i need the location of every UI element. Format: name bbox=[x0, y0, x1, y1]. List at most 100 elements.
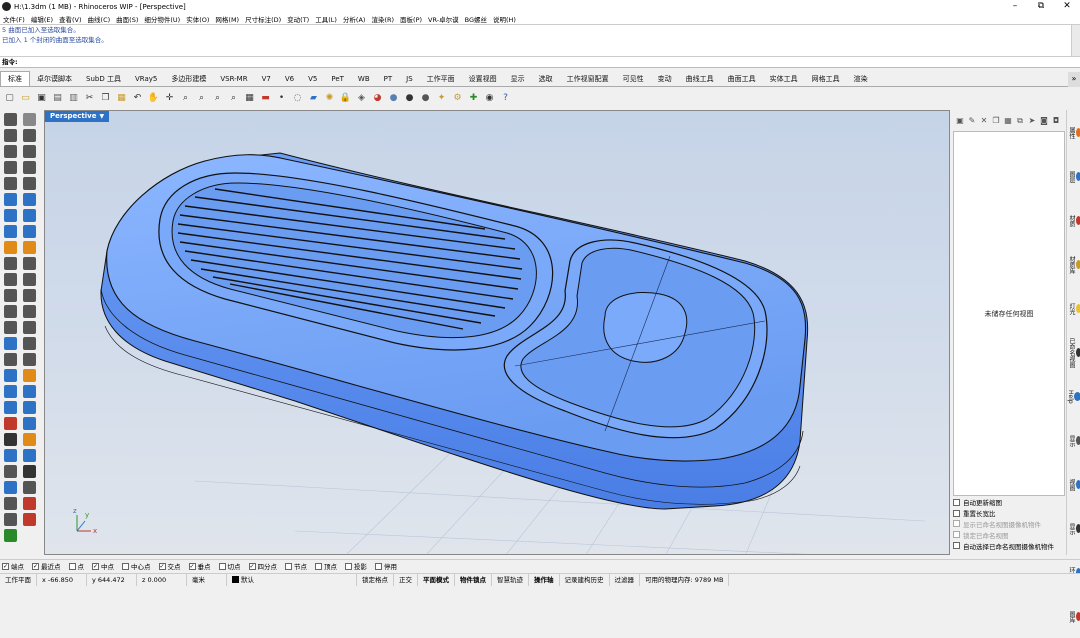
surface-icon[interactable] bbox=[4, 193, 17, 206]
project-icon[interactable] bbox=[4, 337, 17, 350]
import-icon[interactable]: ▥ bbox=[67, 92, 80, 105]
filter-toggle[interactable]: 过滤器 bbox=[610, 573, 640, 586]
history-scrollbar[interactable] bbox=[1071, 25, 1080, 57]
camera-icon[interactable] bbox=[4, 465, 17, 478]
extrude-icon[interactable] bbox=[4, 225, 17, 238]
layer-tool-icon[interactable] bbox=[4, 401, 17, 414]
copy-icon[interactable]: ❐ bbox=[99, 92, 112, 105]
polygon-icon[interactable] bbox=[23, 161, 36, 174]
osnap-checkbox[interactable]: 节点 bbox=[285, 561, 307, 571]
side-tab[interactable]: Help bbox=[1067, 374, 1080, 418]
osnap-checkbox[interactable]: 顶点 bbox=[315, 561, 337, 571]
gumball-move-icon[interactable] bbox=[4, 417, 17, 430]
four-viewports-icon[interactable]: ▦ bbox=[243, 92, 256, 105]
menu-item[interactable]: 工具(L) bbox=[315, 14, 337, 24]
menu-item[interactable]: 编辑(E) bbox=[31, 14, 53, 24]
toolbar-tab[interactable]: 工作平面 bbox=[420, 72, 462, 86]
tabs-more-button[interactable]: » bbox=[1068, 72, 1080, 87]
curve-tool-icon[interactable] bbox=[4, 513, 17, 526]
analyze-icon[interactable]: ✦ bbox=[435, 92, 448, 105]
toolbar-tab[interactable]: 网格工具 bbox=[805, 72, 847, 86]
select-icon[interactable]: ◌ bbox=[291, 92, 304, 105]
layer-icon[interactable]: ▰ bbox=[307, 92, 320, 105]
menu-item[interactable]: 查看(V) bbox=[59, 14, 82, 24]
loft-icon[interactable] bbox=[23, 193, 36, 206]
fillet-icon[interactable] bbox=[23, 241, 36, 254]
boolean-icon[interactable] bbox=[4, 241, 17, 254]
pen-icon[interactable] bbox=[23, 513, 36, 526]
gmail-icon[interactable] bbox=[23, 497, 36, 510]
analyze-curvature-icon[interactable] bbox=[4, 369, 17, 382]
point-tool-icon[interactable] bbox=[23, 113, 36, 126]
menu-item[interactable]: 变动(T) bbox=[287, 14, 309, 24]
osnap-checkbox[interactable]: 停用 bbox=[375, 561, 397, 571]
osnap-check-box[interactable] bbox=[375, 562, 382, 570]
camera-icon[interactable]: ◙ bbox=[1039, 116, 1049, 126]
toolbar-tab[interactable]: JS bbox=[399, 72, 420, 86]
smarttrack-toggle[interactable]: 智慧轨迹 bbox=[492, 573, 529, 586]
join-icon[interactable] bbox=[4, 273, 17, 286]
open-file-icon[interactable]: ▭ bbox=[19, 92, 32, 105]
osnap-check-box[interactable] bbox=[285, 562, 292, 570]
side-tab[interactable]: 已命名视图 bbox=[1067, 330, 1080, 374]
zoom-extents-icon[interactable]: ⌕ bbox=[211, 92, 224, 105]
checkbox-box[interactable] bbox=[953, 509, 960, 517]
mesh-icon[interactable] bbox=[4, 433, 17, 446]
gumball-toggle[interactable]: 操作轴 bbox=[529, 573, 560, 586]
menu-item[interactable]: 曲线(C) bbox=[88, 14, 111, 24]
osnap-checkbox[interactable]: ✓ 中点 bbox=[92, 561, 114, 571]
scale-icon[interactable] bbox=[23, 321, 36, 334]
plugin-icon[interactable] bbox=[4, 529, 17, 542]
toolbar-tab[interactable]: PeT bbox=[324, 72, 351, 86]
lock-icon[interactable]: 🔒 bbox=[339, 92, 352, 105]
rendered-sphere-icon[interactable]: ● bbox=[403, 92, 416, 105]
menu-item[interactable]: 细分物件(U) bbox=[144, 14, 180, 24]
arc-icon[interactable] bbox=[23, 145, 36, 158]
layer-status[interactable]: 默认 bbox=[227, 573, 357, 586]
copy-icon[interactable]: ❐ bbox=[991, 116, 1001, 126]
osnap-check-box[interactable]: ✓ bbox=[2, 562, 9, 570]
print-icon[interactable]: ▤ bbox=[51, 92, 64, 105]
offset-icon[interactable] bbox=[4, 289, 17, 302]
save-tool-icon[interactable] bbox=[23, 465, 36, 478]
osnap-checkbox[interactable]: ✓ 四分点 bbox=[248, 561, 277, 571]
menu-item[interactable]: 实体(O) bbox=[186, 14, 209, 24]
cut-icon[interactable]: ✂ bbox=[83, 92, 96, 105]
toolbar-tab[interactable]: V5 bbox=[301, 72, 324, 86]
delete-icon[interactable]: ✕ bbox=[979, 116, 989, 126]
gumball-icon[interactable]: ✚ bbox=[467, 92, 480, 105]
draft-icon[interactable] bbox=[23, 369, 36, 382]
toolbar-tab[interactable]: 工作视窗配置 bbox=[560, 72, 616, 86]
paste-icon[interactable]: ▦ bbox=[1003, 116, 1013, 126]
menu-item[interactable]: BG螺丝 bbox=[465, 14, 487, 24]
freeform-icon[interactable] bbox=[23, 177, 36, 190]
toolbar-tab[interactable]: VSR-MR bbox=[213, 72, 254, 86]
osnap-check-box[interactable] bbox=[68, 562, 76, 570]
zoom-dynamic-icon[interactable]: ⌕ bbox=[179, 92, 192, 105]
view-option-checkbox[interactable]: 重置长宽比 bbox=[953, 508, 1066, 519]
gear-tool-icon[interactable] bbox=[4, 497, 17, 510]
perspective-viewport[interactable]: Perspective ▼ x y z bbox=[44, 110, 950, 555]
menu-item[interactable]: 渲染(R) bbox=[371, 14, 394, 24]
toolbar-tab[interactable]: 曲线工具 bbox=[679, 72, 721, 86]
zoom-window-icon[interactable]: ⌕ bbox=[195, 92, 208, 105]
toolbar-tab[interactable]: 显示 bbox=[504, 72, 532, 86]
close-button[interactable]: ✕ bbox=[1054, 0, 1080, 13]
split-icon[interactable] bbox=[23, 257, 36, 270]
render-icon[interactable]: ◕ bbox=[371, 92, 384, 105]
dimension-tool-icon[interactable] bbox=[4, 481, 17, 494]
menu-item[interactable]: 曲面(S) bbox=[116, 14, 138, 24]
side-tab[interactable]: 材质 bbox=[1067, 198, 1080, 242]
array-icon[interactable] bbox=[23, 305, 36, 318]
side-tab[interactable]: 环境 bbox=[1067, 550, 1080, 594]
toolbar-tab[interactable]: WB bbox=[351, 72, 377, 86]
osnap-checkbox[interactable]: 中心点 bbox=[122, 561, 151, 571]
gumball-rotate-icon[interactable] bbox=[23, 417, 36, 430]
view-icon[interactable]: ◘ bbox=[1051, 116, 1061, 126]
trim-icon[interactable] bbox=[4, 257, 17, 270]
render-tool-icon[interactable] bbox=[23, 449, 36, 462]
point-icon[interactable]: • bbox=[275, 92, 288, 105]
side-tab[interactable]: 材质库 bbox=[1067, 242, 1080, 286]
command-prompt[interactable]: 指令: bbox=[0, 56, 1080, 68]
osnap-check-box[interactable] bbox=[218, 562, 226, 570]
